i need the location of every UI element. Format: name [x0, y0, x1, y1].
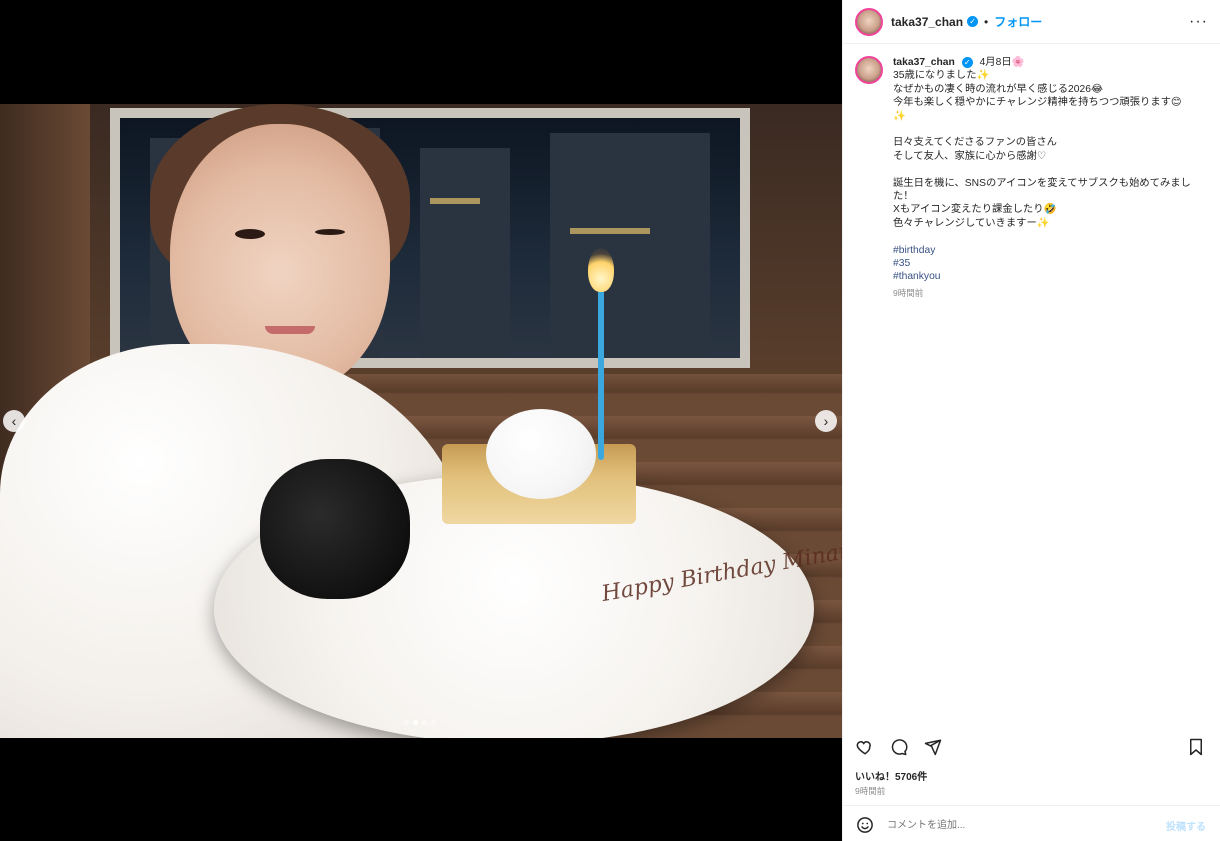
verified-badge-icon: ✓	[961, 57, 973, 69]
candle-flame	[588, 248, 614, 292]
caption-line: そして友人、家族に心から感謝♡	[893, 150, 1047, 162]
carousel-dot	[431, 720, 436, 725]
separator-dot: •	[984, 14, 989, 29]
share-icon[interactable]	[923, 737, 943, 757]
caption-timestamp: 9時間前	[893, 287, 924, 298]
chevron-left-icon[interactable]: ‹	[3, 410, 25, 432]
avatar[interactable]	[855, 7, 883, 36]
caption-line: なぜかもの凄く時の流れが早く感じる2026😂	[893, 83, 1103, 95]
like-count[interactable]: いいね！5706件	[855, 768, 927, 783]
comment-icon[interactable]	[889, 737, 909, 757]
caption-username[interactable]: taka37_chan	[893, 57, 955, 68]
eye-left	[235, 229, 265, 239]
cookie-crumbs	[260, 459, 410, 599]
post-media: Happy Birthday Minami ‹ ›	[0, 0, 842, 841]
post-header: taka37_chan ✓ • フォロー ···	[843, 0, 1220, 44]
carousel-dot	[404, 720, 409, 725]
emoji-icon[interactable]	[855, 815, 875, 835]
caption-line: 35歳になりました✨	[893, 70, 990, 82]
hashtag-link[interactable]: #birthday	[893, 244, 1204, 257]
mouth	[265, 326, 315, 334]
action-bar	[855, 737, 1206, 757]
bookmark-icon[interactable]	[1186, 737, 1206, 757]
caption-line: ✨	[893, 110, 906, 122]
chevron-right-icon[interactable]: ›	[815, 410, 837, 432]
carousel-indicator	[404, 720, 436, 725]
caption-area: taka37_chan ✓ 4月8日🌸 35歳になりました✨ なぜかもの凄く時の…	[855, 56, 1204, 300]
post-date: 4月8日🌸	[979, 57, 1025, 68]
avatar[interactable]	[855, 56, 883, 84]
caption: taka37_chan ✓ 4月8日🌸 35歳になりました✨ なぜかもの凄く時の…	[893, 56, 1204, 300]
caption-line: 日々支えてくださるファンの皆さん	[893, 137, 1057, 149]
caption-line: 誕生日を機に、SNSのアイコンを変えてサブスクも始めてみました！	[893, 177, 1191, 203]
caption-line: 今年も楽しく穏やかにチャレンジ精神を持ちつつ頑張ります😊	[893, 97, 1182, 109]
hashtag-link[interactable]: #35	[893, 257, 1204, 270]
more-horizontal-icon[interactable]: ···	[1189, 13, 1208, 31]
divider	[843, 805, 1220, 806]
follow-button[interactable]: フォロー	[994, 13, 1042, 30]
post-comment-button[interactable]: 投稿する	[1166, 818, 1206, 833]
post-photo: Happy Birthday Minami	[0, 104, 842, 738]
hashtag-link[interactable]: #thankyou	[893, 270, 1204, 283]
post-sidebar: taka37_chan ✓ • フォロー ··· taka37_chan ✓ 4…	[842, 0, 1220, 841]
carousel-dot	[422, 720, 427, 725]
eye-right-wink	[315, 229, 345, 235]
whipped-cream	[486, 409, 596, 499]
carousel-dot-active	[413, 720, 418, 725]
username[interactable]: taka37_chan	[891, 15, 963, 29]
caption-line: 色々チャレンジしていきますー✨	[893, 217, 1050, 229]
comment-bar: 投稿する	[855, 814, 1206, 836]
verified-badge-icon: ✓	[967, 16, 979, 27]
heart-icon[interactable]	[855, 737, 875, 757]
caption-line: Xもアイコン変えたり課金したり🤣	[893, 204, 1057, 216]
candle	[598, 290, 604, 460]
post-timestamp: 9時間前	[855, 786, 886, 796]
comment-input[interactable]	[885, 818, 1166, 832]
